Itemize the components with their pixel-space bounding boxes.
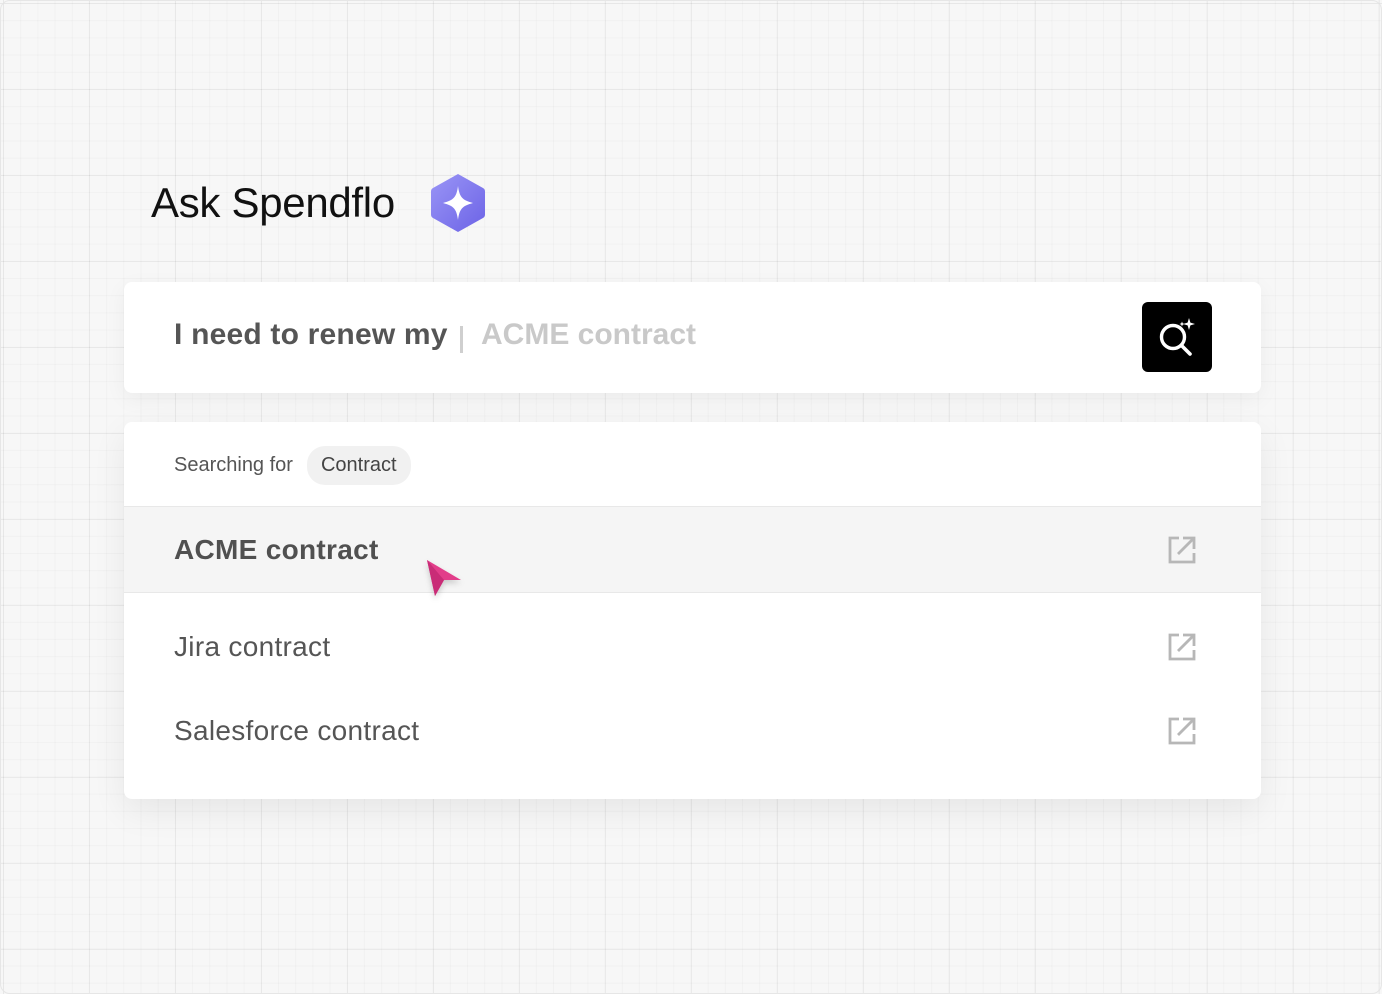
search-button[interactable] [1142, 302, 1212, 372]
ai-search-icon [1159, 318, 1195, 356]
result-item[interactable]: ACME contract [124, 506, 1261, 593]
result-item[interactable]: Salesforce contract [124, 689, 1261, 773]
external-link-icon[interactable] [1166, 534, 1198, 566]
search-input[interactable] [481, 318, 1081, 352]
result-label: Salesforce contract [174, 715, 420, 746]
results-panel: Searching for Contract ACME contract Jir… [124, 422, 1261, 799]
external-link-icon[interactable] [1166, 715, 1198, 747]
query-prefix: I need to renew my [174, 318, 448, 351]
pointer-cursor-icon [427, 560, 461, 596]
search-bar: I need to renew my [124, 282, 1261, 393]
result-label: ACME contract [174, 533, 379, 565]
page-title: Ask Spendflo [151, 179, 395, 226]
result-item[interactable]: Jira contract [124, 605, 1261, 689]
result-label: Jira contract [174, 631, 331, 662]
external-link-icon[interactable] [1166, 631, 1198, 663]
text-caret [460, 326, 463, 353]
search-filter-row: Searching for Contract [174, 446, 411, 485]
sparkle-hexagon-icon [430, 174, 485, 232]
header: Ask Spendflo [151, 170, 487, 236]
searching-for-label: Searching for [174, 454, 293, 476]
category-chip[interactable]: Contract [306, 446, 411, 485]
